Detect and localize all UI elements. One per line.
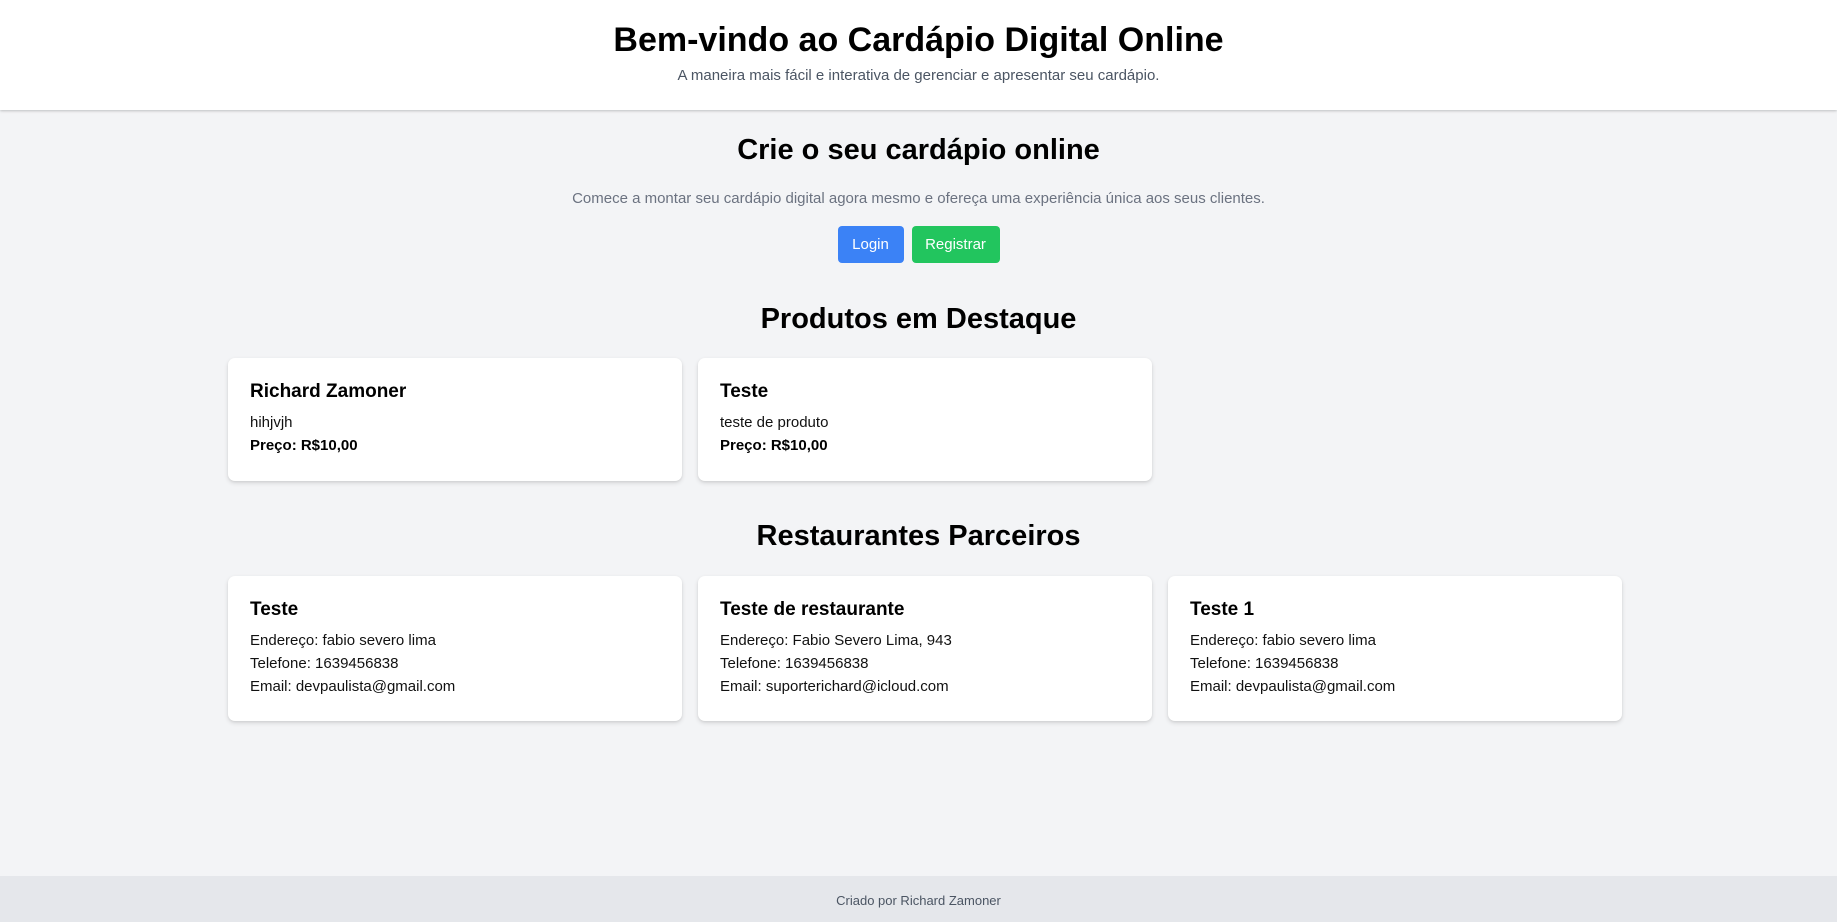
restaurant-email: Email: devpaulista@gmail.com (250, 678, 456, 695)
restaurant-card: Teste 1 Endereço: fabio severo lima Tele… (1168, 576, 1622, 721)
hero-title: Crie o seu cardápio online (737, 134, 1100, 166)
restaurant-phone: Telefone: 1639456838 (1190, 655, 1339, 672)
site-subtitle: A maneira mais fácil e interativa de ger… (677, 67, 1160, 84)
restaurant-address: Endereço: fabio severo lima (1190, 632, 1376, 649)
restaurant-address: Endereço: Fabio Severo Lima, 943 (720, 632, 952, 649)
register-button[interactable]: Registrar (911, 226, 1000, 263)
restaurant-card: Teste de restaurante Endereço: Fabio Sev… (698, 576, 1152, 721)
restaurant-name: Teste de restaurante (720, 599, 905, 620)
site-title: Bem-vindo ao Cardápio Digital Online (613, 21, 1224, 59)
restaurant-phone: Telefone: 1639456838 (250, 655, 399, 672)
site-header: Bem-vindo ao Cardápio Digital Online A m… (0, 0, 1837, 110)
product-name: Teste (720, 381, 769, 402)
footer-text: Criado por Richard Zamoner (836, 893, 1001, 908)
product-description: teste de produto (720, 414, 829, 431)
auth-buttons: Login Registrar (0, 226, 1837, 263)
site-footer: Criado por Richard Zamoner (0, 876, 1837, 922)
restaurant-card: Teste Endereço: fabio severo lima Telefo… (228, 576, 682, 721)
product-card: Richard Zamoner hihjvjh Preço: R$10,00 (228, 358, 682, 481)
product-price: Preço: R$10,00 (250, 437, 358, 454)
restaurant-email: Email: devpaulista@gmail.com (1190, 678, 1396, 695)
hero-text: Comece a montar seu cardápio digital ago… (572, 190, 1265, 207)
restaurant-address: Endereço: fabio severo lima (250, 632, 436, 649)
product-description: hihjvjh (250, 414, 293, 431)
restaurant-name: Teste 1 (1190, 599, 1255, 620)
login-button[interactable]: Login (837, 226, 904, 263)
product-price: Preço: R$10,00 (720, 437, 828, 454)
restaurant-email: Email: suporterichard@icloud.com (720, 678, 949, 695)
product-card: Teste teste de produto Preço: R$10,00 (698, 358, 1152, 481)
restaurants-section-title: Restaurantes Parceiros (756, 520, 1081, 552)
restaurant-name: Teste (250, 599, 299, 620)
restaurant-phone: Telefone: 1639456838 (720, 655, 869, 672)
products-section-title: Produtos em Destaque (760, 303, 1077, 335)
product-name: Richard Zamoner (250, 381, 407, 402)
